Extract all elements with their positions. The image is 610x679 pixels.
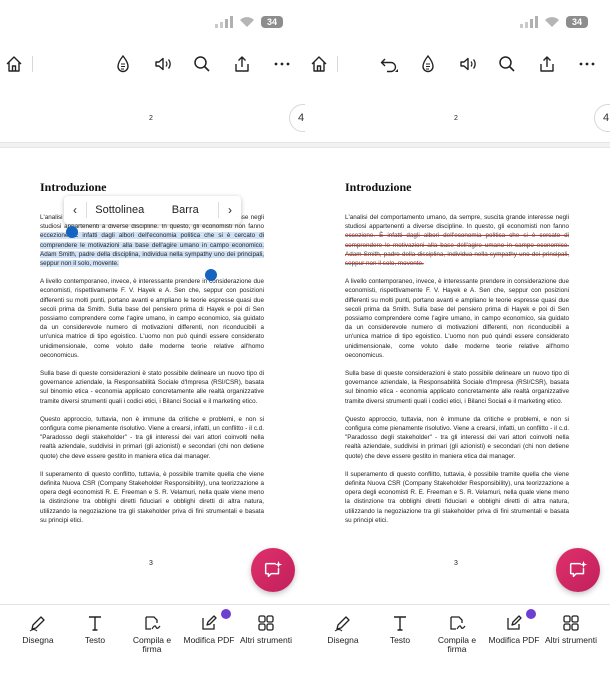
bottom-toolbar: Disegna Testo Compila e firma Modifica P… [0,604,305,665]
tool-text[interactable]: Testo [67,613,123,645]
page-break [305,142,610,148]
paragraph-3: Sulla base di queste considerazioni è st… [40,370,264,405]
paragraph-2: A livello contemporaneo, invece, è inter… [40,278,264,359]
tool-more[interactable]: Altri strumenti [238,613,294,645]
ai-assistant-button[interactable] [251,548,295,592]
underline-button[interactable]: Sottolinea [87,204,153,216]
home-icon[interactable] [307,52,331,76]
paragraph-5: Il superamento di questo conflitto, tutt… [40,470,264,524]
home-icon[interactable] [2,52,26,76]
premium-crown-icon [526,609,536,619]
wifi-icon [545,17,559,27]
page-number-bottom: 3 [454,560,458,567]
sign-icon [450,616,466,630]
speaker-icon[interactable] [456,52,480,76]
bottom-toolbar: Disegna Testo Compila e firma Modifica P… [305,604,610,665]
document-title: Introduzione [40,180,107,194]
document-viewer[interactable]: 2 4 Introduzione L'analisi del comportam… [305,86,610,590]
toolbar-divider [337,56,338,72]
page-break [0,142,305,148]
status-bar: 34 [215,14,283,30]
paragraph-5: Il superamento di questo conflitto, tutt… [345,470,569,524]
tool-fill-sign[interactable]: Compila e firma [429,613,485,654]
text-context-menu: ‹ Sottolinea Barra › [64,196,241,224]
selection-end-handle[interactable] [205,269,217,281]
toolbar-divider [32,56,33,72]
tool-draw[interactable]: Disegna [10,613,66,645]
share-icon[interactable] [230,52,254,76]
page-number-top: 2 [454,115,458,122]
pen-icon [334,616,350,632]
tool-draw[interactable]: Disegna [315,613,371,645]
search-icon[interactable] [495,52,519,76]
top-toolbar [305,52,610,80]
page-number-top: 2 [149,115,153,122]
page-indicator[interactable]: 4 [289,104,305,132]
tool-fill-sign[interactable]: Compila e firma [124,613,180,654]
pen-icon [29,616,45,632]
top-toolbar [0,52,305,80]
strikethrough-button[interactable]: Barra [153,204,219,216]
text-icon [89,616,101,631]
paragraph-3: Sulla base di queste considerazioni è st… [345,370,569,405]
tool-text[interactable]: Testo [372,613,428,645]
edit-pdf-icon [507,615,522,630]
wifi-icon [240,17,254,27]
signal-icon [215,16,233,28]
search-icon[interactable] [190,52,214,76]
paragraph-2: A livello contemporaneo, invece, è inter… [345,278,569,359]
menu-prev-button[interactable]: ‹ [64,203,86,217]
paragraph-4: Questo approccio, tuttavia, non è immune… [345,415,569,460]
document-page: Introduzione L'analisi del comportamento… [345,180,569,534]
text-icon [394,616,406,631]
page-indicator[interactable]: 4 [594,104,610,132]
tool-more[interactable]: Altri strumenti [543,613,599,645]
battery-badge: 34 [261,16,283,28]
grid-icon [563,615,579,631]
status-bar: 34 [520,14,588,30]
strikethrough-text[interactable]: eccezione. È infatti dagli albori dell'e… [345,232,569,267]
battery-badge: 34 [566,16,588,28]
selection-start-handle[interactable] [66,226,78,238]
document-title: Introduzione [345,180,412,194]
undo-icon[interactable] [377,52,401,76]
read-aloud-icon[interactable] [416,52,440,76]
paragraph-4: Questo approccio, tuttavia, non è immune… [40,415,264,460]
signal-icon [520,16,538,28]
paragraph-1[interactable]: L'analisi del comportamento umano, da se… [345,213,569,268]
premium-crown-icon [221,609,231,619]
share-icon[interactable] [535,52,559,76]
ai-assistant-button[interactable] [556,548,600,592]
sign-icon [145,616,161,630]
right-screen: 34 2 4 Introduzione L'analisi del compor… [305,0,610,679]
more-icon[interactable] [270,52,294,76]
grid-icon [258,615,274,631]
more-icon[interactable] [575,52,599,76]
menu-next-button[interactable]: › [219,203,241,217]
ai-chat-icon [569,560,588,578]
ai-chat-icon [264,560,283,578]
page-number-bottom: 3 [149,560,153,567]
speaker-icon[interactable] [151,52,175,76]
read-aloud-icon[interactable] [111,52,135,76]
left-screen: 34 2 4 Introduzione L'analisi del compor… [0,0,305,679]
edit-pdf-icon [202,615,217,630]
document-viewer[interactable]: 2 4 Introduzione L'analisi del comportam… [0,86,305,590]
